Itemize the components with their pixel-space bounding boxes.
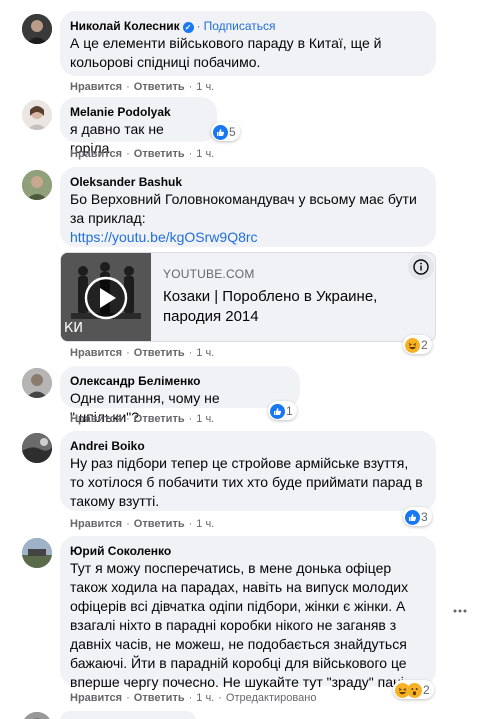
comment-time[interactable]: 1 ч. <box>196 81 214 93</box>
like-link[interactable]: Нравится <box>70 347 122 359</box>
comment-text: Ну раз підбори тепер це стройове армійсь… <box>70 455 423 509</box>
separator-dot: · <box>126 413 130 425</box>
comment-author[interactable]: Николай Колесник <box>70 19 180 33</box>
reaction-summary[interactable]: 1 <box>268 401 297 420</box>
reaction-count: 3 <box>421 510 428 524</box>
reply-link[interactable]: Ответить <box>134 148 185 160</box>
comment-bubble: Melanie Podolyak я давно так не горіла <box>60 97 217 156</box>
reply-link[interactable]: Ответить <box>134 81 185 93</box>
comment-time[interactable]: 1 ч. <box>196 347 214 359</box>
reaction-count: 5 <box>229 125 236 139</box>
reaction-summary[interactable]: 2 <box>393 680 434 699</box>
separator-dot: · <box>126 347 130 359</box>
comment-bubble: Николай Колесник ✓ · Подписаться А це елеме… <box>60 11 436 76</box>
separator-dot: · <box>126 81 130 93</box>
youtube-link[interactable]: https://youtu.be/kgOSrw9Q8rc <box>70 229 258 245</box>
comment-actions: Нравится · Ответить · 1 ч. <box>70 81 214 93</box>
comment-actions: Нравится · Ответить · 1 ч. <box>70 518 214 530</box>
reaction-summary[interactable]: 3 <box>403 507 432 526</box>
comment-bubble: Andrei Boiko Ну раз підбори тепер це стр… <box>60 431 436 511</box>
subscribe-link[interactable]: Подписаться <box>204 19 276 33</box>
separator-dot: · <box>188 692 193 704</box>
like-reaction-icon <box>270 403 285 419</box>
reaction-summary[interactable]: 2 <box>403 335 432 354</box>
separator-dot: · <box>126 518 130 530</box>
avatar[interactable] <box>22 538 52 568</box>
thumbnail-caption: КИ <box>64 321 83 336</box>
separator-dot: · <box>196 19 201 33</box>
reaction-count: 1 <box>286 404 293 418</box>
comment-author[interactable]: Олександр Беліменко <box>70 373 290 389</box>
reaction-count: 2 <box>423 683 430 697</box>
comment-author[interactable]: Oleksander Bashuk <box>70 174 426 190</box>
separator-dot: · <box>218 692 222 704</box>
comment-actions: Нравится · Ответить · 1 ч. <box>70 347 214 359</box>
comment-text: Бо Верховний Головнокомандувач у всьому … <box>70 191 417 226</box>
reply-link[interactable]: Ответить <box>134 518 185 530</box>
separator-dot: · <box>188 148 193 160</box>
separator-dot: · <box>126 692 130 704</box>
like-link[interactable]: Нравится <box>70 692 122 704</box>
haha-reaction-icon <box>405 337 420 353</box>
separator-dot: · <box>188 347 193 359</box>
like-link[interactable]: Нравится <box>70 413 122 425</box>
separator-dot: · <box>188 413 193 425</box>
separator-dot: · <box>126 148 130 160</box>
like-reaction-icon <box>405 509 420 525</box>
avatar[interactable] <box>22 433 52 463</box>
like-link[interactable]: Нравится <box>70 518 122 530</box>
separator-dot: · <box>188 81 193 93</box>
comment-author-row: Николай Колесник ✓ · Подписаться <box>70 18 426 34</box>
comment-time[interactable]: 1 ч. <box>196 518 214 530</box>
comment-time[interactable]: 1 ч. <box>196 148 214 160</box>
preview-info: YOUTUBE.COM Козаки | Поробленo в Украине… <box>163 267 425 327</box>
separator-dot: · <box>188 518 193 530</box>
reaction-count: 2 <box>421 338 428 352</box>
comment-bubble <box>60 711 196 719</box>
video-thumbnail[interactable]: КИ <box>61 253 151 341</box>
more-options-icon[interactable] <box>452 603 468 619</box>
edited-label[interactable]: Отредактировано <box>226 692 317 704</box>
comment-bubble: Юрий Соколенко Тут я можу посперечатись,… <box>60 536 436 690</box>
comment-author[interactable]: Melanie Podolyak <box>70 104 207 120</box>
like-reaction-icon <box>213 124 228 140</box>
comment-bubble: Oleksander Bashuk Бо Верховний Головноко… <box>60 167 436 247</box>
like-link[interactable]: Нравится <box>70 81 122 93</box>
preview-title[interactable]: Козаки | Поробленo в Украине, пародия 20… <box>163 287 425 327</box>
comment-bubble: Олександр Беліменко Одне питання, чому н… <box>60 366 300 425</box>
preview-domain: YOUTUBE.COM <box>163 267 255 281</box>
comment-actions: Нравится · Ответить · 1 ч. <box>70 148 214 160</box>
comment-time[interactable]: 1 ч. <box>196 413 214 425</box>
avatar[interactable] <box>22 368 52 398</box>
info-icon[interactable] <box>407 253 435 281</box>
comment-actions: Нравится · Ответить · 1 ч. · Отредактировано <box>70 692 316 704</box>
comment-actions: Нравится · Ответить · 1 ч. <box>70 413 214 425</box>
comment-author[interactable]: Andrei Boiko <box>70 438 426 454</box>
comment-time[interactable]: 1 ч. <box>196 692 214 704</box>
avatar[interactable] <box>22 712 52 719</box>
avatar[interactable] <box>22 14 52 44</box>
like-link[interactable]: Нравится <box>70 148 122 160</box>
reaction-summary[interactable]: 5 <box>211 122 240 141</box>
avatar[interactable] <box>22 170 52 200</box>
wow-reaction-icon <box>407 682 422 698</box>
comment-text: Тут я можу посперечатись, в мене донька … <box>70 560 409 690</box>
comment-text: А це елементи військового параду в Китаї… <box>70 35 382 70</box>
link-preview-card[interactable]: КИ YOUTUBE.COM Козаки | Поробленo в Укра… <box>60 252 436 342</box>
avatar[interactable] <box>22 100 52 130</box>
reply-link[interactable]: Ответить <box>134 413 185 425</box>
reply-link[interactable]: Ответить <box>134 347 185 359</box>
verified-badge-icon: ✓ <box>182 22 194 33</box>
reply-link[interactable]: Ответить <box>134 692 185 704</box>
comment-link-row: https://youtu.be/kgOSrw9Q8rc <box>70 228 426 247</box>
comment-author[interactable]: Юрий Соколенко <box>70 543 426 559</box>
